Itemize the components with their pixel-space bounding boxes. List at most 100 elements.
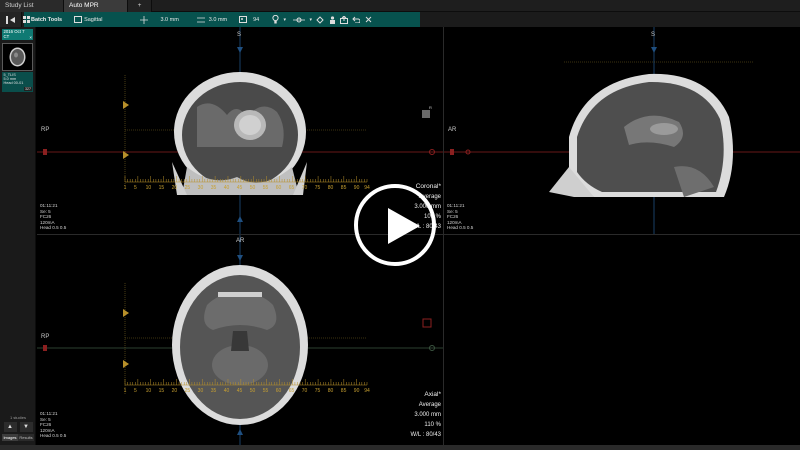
- axial-ruler-label: 30: [198, 388, 204, 394]
- coronal-ruler-label: 5: [134, 185, 137, 191]
- axial-zoom[interactable]: 110 %: [411, 420, 441, 430]
- coronal-ruler-label: 94: [364, 185, 370, 191]
- tab-study-list[interactable]: Study List: [0, 0, 64, 12]
- info-head: Head 0.5 0.5: [40, 433, 67, 438]
- tab-auto-mpr[interactable]: Auto MPR: [64, 0, 128, 12]
- coronal-ruler-label: 20: [172, 185, 178, 191]
- coronal-ruler-label: 25: [185, 185, 191, 191]
- coronal-ruler-label: 60: [276, 185, 282, 191]
- coronal-ruler-label: 1: [124, 185, 127, 191]
- axial-ruler-label: 55: [263, 388, 269, 394]
- axial-ruler-label: 65: [289, 388, 295, 394]
- coronal-ruler-label: 45: [237, 185, 243, 191]
- close-icon[interactable]: ×: [29, 35, 32, 40]
- axial-thickness[interactable]: 3.000 mm: [411, 410, 441, 420]
- coronal-ruler-label: 50: [250, 185, 256, 191]
- plane-icon[interactable]: [72, 12, 84, 27]
- spacing-icon[interactable]: [195, 12, 207, 27]
- image-count[interactable]: 94: [253, 17, 259, 23]
- coronal-top-label: S: [237, 32, 242, 38]
- coronal-ruler-label: 90: [354, 185, 360, 191]
- axial-viewport[interactable]: 1 5 10 15 20 25 30 35 40 45 50 55 60 65 70 75 80 85 90 94 A…: [37, 235, 443, 445]
- export-icon[interactable]: [338, 12, 350, 27]
- toolbar-teal-section: Batch Tools Sagittal 3.0 mm 3.0 mm 94 ▾ …: [21, 12, 420, 27]
- series-desc: Head 00-01: [3, 81, 24, 86]
- axial-ruler-label: 25: [185, 388, 191, 394]
- person-icon[interactable]: [326, 12, 338, 27]
- scroll-up-button[interactable]: ▲: [3, 422, 17, 432]
- series-info[interactable]: 5_TLIS 5.0 mm Head 00-01 327: [2, 72, 33, 92]
- axial-info: 01:11:21 Se: 5 FC26 120mA Head 0.5 0.5: [40, 411, 66, 439]
- axial-plane-label: Axial*: [424, 391, 441, 398]
- study-modality: CT: [3, 34, 10, 39]
- axial-mode[interactable]: Average: [411, 400, 441, 410]
- axial-ruler-label: 90: [354, 388, 360, 394]
- coronal-left-label: RP: [41, 127, 50, 133]
- sidebar-toggle-icon[interactable]: [0, 12, 22, 27]
- image-count-icon[interactable]: [237, 12, 249, 27]
- axial-ruler-label: 70: [302, 388, 308, 394]
- layout-icon[interactable]: [291, 12, 307, 27]
- play-button[interactable]: [354, 184, 436, 266]
- sagittal-image: [444, 27, 800, 234]
- undo-icon[interactable]: [350, 12, 362, 27]
- coronal-ruler-label: 55: [263, 185, 269, 191]
- status-text: 1 studies: [9, 415, 26, 420]
- viewport-divider-vertical[interactable]: [443, 27, 444, 445]
- tab-images[interactable]: Images: [2, 434, 18, 441]
- add-tab-button[interactable]: +: [128, 0, 152, 12]
- study-badge[interactable]: 2016 Oct 7 CT ×: [2, 29, 33, 40]
- coronal-ruler-label: 85: [341, 185, 347, 191]
- axial-plane-info: Axial* Average 3.000 mm 110 % W/L : 80/4…: [411, 390, 441, 440]
- coronal-ruler-label: 80: [328, 185, 334, 191]
- thickness-2[interactable]: 3.0 mm: [209, 17, 227, 23]
- light-icon[interactable]: [269, 12, 281, 27]
- close-icon[interactable]: [362, 12, 374, 27]
- batch-tools-button[interactable]: Batch Tools: [31, 17, 62, 23]
- series-panel: 2016 Oct 7 CT × 5_TLIS 5.0 mm Head 00-01…: [0, 27, 36, 445]
- crosshair-icon[interactable]: [138, 12, 150, 27]
- sync-icon[interactable]: [314, 12, 326, 27]
- axial-ruler-label: 5: [134, 388, 137, 394]
- axial-ruler-label: 40: [224, 388, 230, 394]
- axial-ruler-label: 35: [211, 388, 217, 394]
- batch-tools-icon[interactable]: [21, 12, 31, 27]
- status-bar: [0, 445, 800, 450]
- coronal-ruler-label: 65: [289, 185, 295, 191]
- axial-image: 1 5 10 15 20 25 30 35 40 45 50 55 60 65 70 75 80 85 90 94: [37, 235, 443, 445]
- coronal-marker-r: R: [429, 105, 432, 110]
- axial-ruler-label: 1: [124, 388, 127, 394]
- axial-ruler-label: 85: [341, 388, 347, 394]
- axial-left-label: RP: [41, 334, 50, 340]
- chevron-down-icon[interactable]: ▾: [281, 12, 288, 27]
- axial-ruler-label: 80: [328, 388, 334, 394]
- tab-bar: Study List Auto MPR +: [0, 0, 800, 12]
- axial-wl[interactable]: W/L : 80/43: [411, 430, 441, 440]
- thickness-1[interactable]: 3.0 mm: [160, 17, 178, 23]
- plane-selector[interactable]: Sagittal: [84, 17, 102, 23]
- panel-footer: 1 studies ▲ ▼ Images Results: [2, 415, 34, 441]
- axial-ruler-label: 10: [146, 388, 152, 394]
- axial-ruler-label: 50: [250, 388, 256, 394]
- coronal-ruler-label: 40: [224, 185, 230, 191]
- sagittal-viewport[interactable]: S AR 01:11:21 Se: 5 FC26 120mA Head 0.5 …: [444, 27, 800, 234]
- coronal-ruler-label: 35: [211, 185, 217, 191]
- info-head: Head 0.5 0.5: [40, 225, 67, 230]
- info-head: Head 0.5 0.5: [447, 225, 474, 230]
- series-count: 327: [24, 86, 32, 91]
- axial-ruler-label: 20: [172, 388, 178, 394]
- coronal-ruler-label: 70: [302, 185, 308, 191]
- axial-ruler-label: 45: [237, 388, 243, 394]
- tab-results[interactable]: Results: [18, 434, 34, 441]
- sagittal-top-label: S: [651, 32, 656, 38]
- toolbar: Batch Tools Sagittal 3.0 mm 3.0 mm 94 ▾ …: [0, 12, 800, 27]
- coronal-ruler-label: 30: [198, 185, 204, 191]
- scroll-down-button[interactable]: ▼: [19, 422, 33, 432]
- empty-viewport[interactable]: [444, 235, 800, 445]
- series-thumbnail[interactable]: [2, 43, 33, 71]
- chevron-down-icon[interactable]: ▾: [307, 12, 314, 27]
- sagittal-info: 01:11:21 Se: 5 FC26 120mA Head 0.5 0.5: [447, 203, 473, 231]
- axial-ruler-label: 75: [315, 388, 321, 394]
- coronal-ruler-label: 15: [159, 185, 165, 191]
- axial-ruler-label: 94: [364, 388, 370, 394]
